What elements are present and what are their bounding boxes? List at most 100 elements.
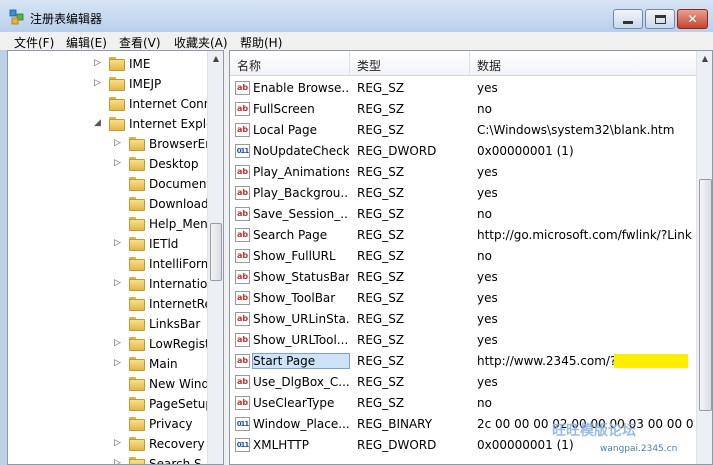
scroll-up-arrow-icon[interactable]: ▲ <box>697 51 712 67</box>
collapsed-arrow-icon[interactable]: ▷ <box>114 138 124 148</box>
list-vertical-scrollbar[interactable]: ▲ <box>696 51 712 464</box>
value-row[interactable]: ab Play_Backgrou... REG_SZ yes <box>230 183 696 204</box>
expanded-arrow-icon[interactable]: ◢ <box>94 118 104 128</box>
value-row[interactable]: 011 NoUpdateCheck REG_DWORD 0x00000001 (1) <box>230 141 696 162</box>
tree-item[interactable]: PageSetup <box>8 394 207 414</box>
value-name: Show_ToolBar <box>253 291 336 305</box>
collapsed-arrow-icon[interactable]: ▷ <box>114 438 124 448</box>
folder-icon <box>129 137 146 151</box>
menu-favorites[interactable]: 收藏夹(A) <box>174 34 228 51</box>
tree-item[interactable]: ▷ Desktop <box>8 154 207 174</box>
value-row[interactable]: ab Save_Session_... REG_SZ no <box>230 204 696 225</box>
tree-item-label: IMEJP <box>129 77 162 91</box>
value-data: yes <box>477 312 498 326</box>
tree-item-label: Search S <box>149 457 202 465</box>
tree-item[interactable]: Download <box>8 194 207 214</box>
collapsed-arrow-icon[interactable]: ▷ <box>114 238 124 248</box>
tree-item[interactable]: ▷ BrowserEm <box>8 134 207 154</box>
folder-icon <box>109 97 126 111</box>
value-type: REG_SZ <box>357 228 405 242</box>
value-data: no <box>477 396 492 410</box>
value-data: http://go.microsoft.com/fwlink/?LinkId <box>477 228 693 242</box>
collapsed-arrow-icon[interactable]: ▷ <box>114 358 124 368</box>
value-data: no <box>477 207 492 221</box>
tree-item[interactable]: Help_Menu <box>8 214 207 234</box>
collapsed-arrow-icon[interactable]: ▷ <box>114 338 124 348</box>
tree-item-label: Desktop <box>149 157 199 171</box>
value-row[interactable]: ab Show_StatusBar REG_SZ yes <box>230 267 696 288</box>
value-data: no <box>477 249 492 263</box>
tree-item-label: PageSetup <box>149 397 207 411</box>
value-row[interactable]: ab Enable Browse... REG_SZ yes <box>230 78 696 99</box>
tree-item[interactable]: ◢ Internet Explo <box>8 114 207 134</box>
collapsed-arrow-icon[interactable]: ▷ <box>94 78 104 88</box>
string-value-icon: ab <box>235 81 250 95</box>
menu-file[interactable]: 文件(F) <box>14 34 54 51</box>
menu-help[interactable]: 帮助(H) <box>240 34 282 51</box>
tree-item[interactable]: New Wind <box>8 374 207 394</box>
string-value-icon: ab <box>235 165 250 179</box>
column-divider[interactable] <box>349 51 350 76</box>
close-button[interactable]: ✕ <box>677 9 708 29</box>
binary-value-icon: 011 <box>235 438 250 452</box>
value-row[interactable]: ab Use_DlgBox_C... REG_SZ yes <box>230 372 696 393</box>
value-type: REG_SZ <box>357 207 405 221</box>
tree-item[interactable]: Privacy <box>8 414 207 434</box>
string-value-icon: ab <box>235 207 250 221</box>
watermark-sub-text: wangpai.2345.cn <box>600 444 678 454</box>
column-header-type[interactable]: 类型 <box>357 57 381 74</box>
maximize-button[interactable] <box>645 9 675 29</box>
string-value-icon: ab <box>235 123 250 137</box>
tree-item-label: New Wind <box>149 377 207 391</box>
tree-item-label: IME <box>129 57 151 71</box>
menu-edit[interactable]: 编辑(E) <box>66 34 107 51</box>
folder-icon <box>129 357 146 371</box>
value-type: REG_SZ <box>357 186 405 200</box>
tree-vertical-scrollbar[interactable]: ▲ <box>207 51 223 464</box>
tree-item[interactable]: ▷ Main <box>8 354 207 374</box>
value-row[interactable]: ab Local Page REG_SZ C:\Windows\system32\bl… <box>230 120 696 141</box>
tree-item[interactable]: ▷ Search S <box>8 454 207 465</box>
scroll-up-arrow-icon[interactable]: ▲ <box>208 51 223 67</box>
value-row[interactable]: ab Show_URLinSta... REG_SZ yes <box>230 309 696 330</box>
column-header-data[interactable]: 数据 <box>477 57 501 74</box>
tree-item[interactable]: Document <box>8 174 207 194</box>
value-row[interactable]: ab Show_URLTool... REG_SZ yes <box>230 330 696 351</box>
maximize-icon <box>654 14 666 24</box>
watermark-main-text: 旺旺模版论坛 <box>552 423 636 439</box>
tree-item[interactable]: Internet Conn <box>8 94 207 114</box>
tree-item[interactable]: ▷ Recovery <box>8 434 207 454</box>
collapsed-arrow-icon[interactable]: ▷ <box>114 278 124 288</box>
list-scroll-thumb[interactable] <box>699 179 712 411</box>
value-row[interactable]: ab Play_Animations REG_SZ yes <box>230 162 696 183</box>
tree-item[interactable]: ▷ IME <box>8 54 207 74</box>
collapsed-arrow-icon[interactable]: ▷ <box>114 458 124 464</box>
menu-view[interactable]: 查看(V) <box>119 34 161 51</box>
value-row[interactable]: ab FullScreen REG_SZ no <box>230 99 696 120</box>
value-row[interactable]: ab Search Page REG_SZ http://go.microsoft.c… <box>230 225 696 246</box>
regedit-app-icon <box>9 9 24 25</box>
tree-item[interactable]: InternetRe <box>8 294 207 314</box>
tree-scroll-thumb[interactable] <box>210 223 222 281</box>
minimize-button[interactable] <box>613 9 643 29</box>
tree-item[interactable]: ▷ LowRegist <box>8 334 207 354</box>
tree-item[interactable]: ▷ Internatio <box>8 274 207 294</box>
tree-item[interactable]: IntelliForm <box>8 254 207 274</box>
collapsed-arrow-icon[interactable]: ▷ <box>94 58 104 68</box>
value-row[interactable]: ab Show_FullURL REG_SZ no <box>230 246 696 267</box>
column-divider[interactable] <box>469 51 470 76</box>
collapsed-arrow-icon[interactable]: ▷ <box>114 158 124 168</box>
value-row[interactable]: ab UseClearType REG_SZ no <box>230 393 696 414</box>
folder-icon <box>129 277 146 291</box>
registry-key-tree[interactable]: ▲ ▷ IME ▷ IMEJP Internet Conn ◢ Internet Explo… <box>7 50 224 465</box>
value-row[interactable]: ab Show_ToolBar REG_SZ yes <box>230 288 696 309</box>
tree-item[interactable]: ▷ IMEJP <box>8 74 207 94</box>
value-row[interactable]: ab Start Page REG_SZ http://www.2345.com/?k <box>230 351 696 372</box>
value-name: UseClearType <box>253 396 335 410</box>
tree-item[interactable]: ▷ IETld <box>8 234 207 254</box>
string-value-icon: ab <box>235 333 250 347</box>
column-header-name[interactable]: 名称 <box>237 57 261 74</box>
list-header: 名称 类型 数据 <box>230 51 696 76</box>
value-type: REG_SZ <box>357 249 405 263</box>
tree-item[interactable]: LinksBar <box>8 314 207 334</box>
